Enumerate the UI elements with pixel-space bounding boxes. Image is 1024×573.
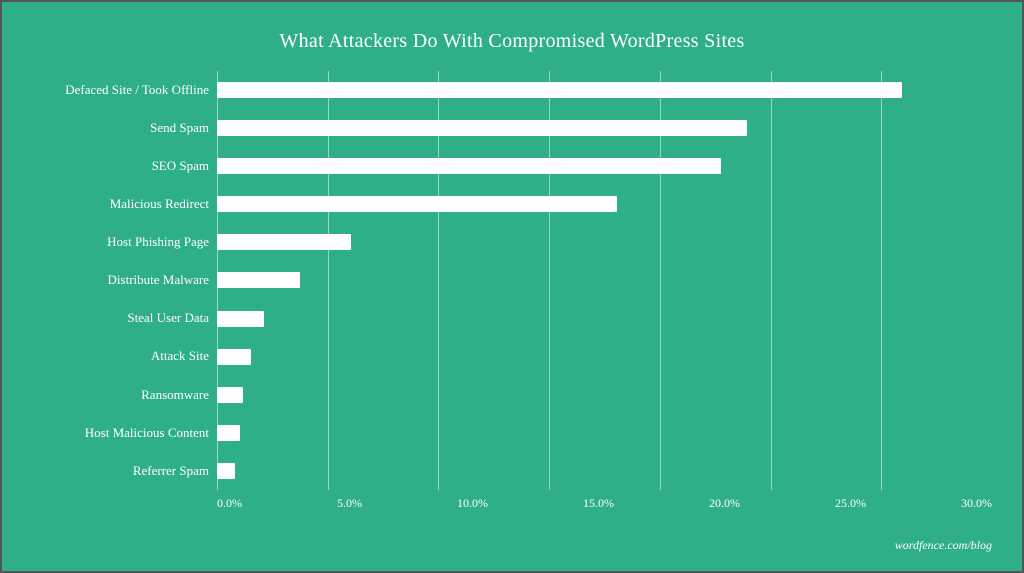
y-axis-label: SEO Spam: [152, 159, 209, 173]
bar: [217, 463, 235, 479]
bar-row: [217, 272, 992, 288]
y-axis-label: Referrer Spam: [133, 464, 209, 478]
chart-title: What Attackers Do With Compromised WordP…: [32, 30, 992, 53]
bar: [217, 82, 902, 98]
bar-row: [217, 311, 992, 327]
bar-row: [217, 425, 992, 441]
x-axis: 0.0% 5.0% 10.0% 15.0% 20.0% 25.0% 30.0%: [217, 496, 992, 511]
bar: [217, 158, 721, 174]
y-axis-label: Host Malicious Content: [85, 426, 209, 440]
bar: [217, 387, 243, 403]
bar: [217, 349, 251, 365]
y-axis-label: Attack Site: [151, 349, 209, 363]
bar-row: [217, 387, 992, 403]
x-axis-label: 30.0%: [961, 496, 992, 511]
y-axis-label: Malicious Redirect: [110, 197, 209, 211]
bar-row: [217, 82, 992, 98]
bar: [217, 311, 264, 327]
bar-row: [217, 196, 992, 212]
bar-row: [217, 158, 992, 174]
bars-area: [217, 71, 992, 490]
bar-row: [217, 120, 992, 136]
watermark: wordfence.com/blog: [895, 538, 992, 553]
y-axis-label: Defaced Site / Took Offline: [65, 83, 209, 97]
x-axis-label: 15.0%: [583, 496, 614, 511]
y-axis-label: Host Phishing Page: [107, 235, 209, 249]
x-axis-label: 5.0%: [337, 496, 362, 511]
bar: [217, 120, 747, 136]
x-axis-label: 25.0%: [835, 496, 866, 511]
x-axis-label: 20.0%: [709, 496, 740, 511]
x-axis-labels: 0.0% 5.0% 10.0% 15.0% 20.0% 25.0% 30.0%: [217, 496, 992, 511]
chart-container: What Attackers Do With Compromised WordP…: [0, 0, 1024, 573]
bar-row: [217, 463, 992, 479]
bar: [217, 196, 617, 212]
chart-area: Defaced Site / Took Offline Send Spam SEO …: [32, 71, 992, 490]
bar: [217, 272, 300, 288]
y-axis-label: Distribute Malware: [108, 273, 209, 287]
y-axis-label: Send Spam: [150, 121, 209, 135]
y-axis-label: Steal User Data: [127, 311, 209, 325]
y-labels: Defaced Site / Took Offline Send Spam SEO …: [32, 71, 217, 490]
x-axis-label: 0.0%: [217, 496, 242, 511]
y-axis-label: Ransomware: [141, 388, 209, 402]
bar-row: [217, 234, 992, 250]
x-axis-label: 10.0%: [457, 496, 488, 511]
bar: [217, 234, 351, 250]
bar-row: [217, 349, 992, 365]
bar: [217, 425, 240, 441]
